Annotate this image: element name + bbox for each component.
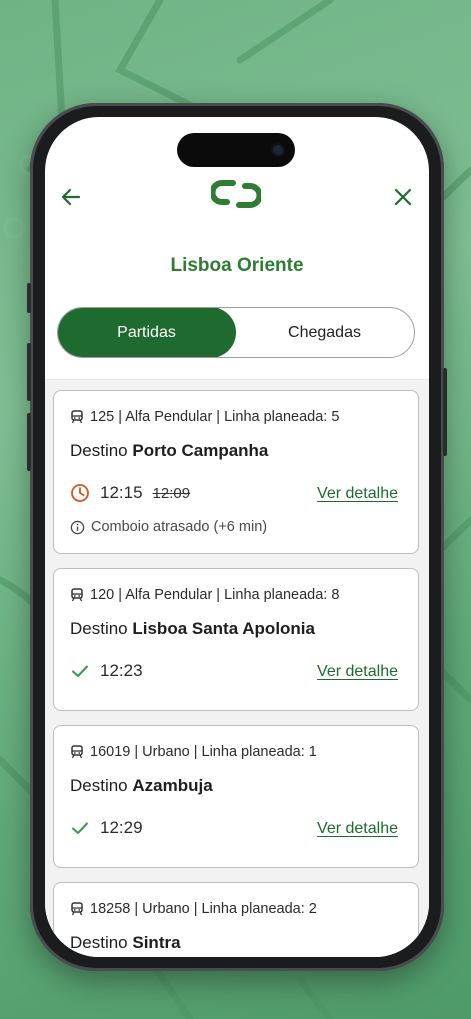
train-meta-text: 18258 | Urbano | Linha planeada: 2 [90, 901, 317, 917]
top-nav-bar [45, 177, 429, 217]
train-card[interactable]: 18258 | Urbano | Linha planeada: 2 Desti… [53, 882, 419, 957]
train-meta: 18258 | Urbano | Linha planeada: 2 [70, 901, 317, 917]
scheduled-time: 12:29 [100, 818, 143, 837]
close-icon[interactable] [391, 185, 415, 209]
train-icon [71, 745, 83, 759]
train-card[interactable]: 16019 | Urbano | Linha planeada: 1 Desti… [53, 725, 419, 868]
time-row: 12:23 [70, 661, 143, 681]
destination: Destino Lisboa Santa Apolonia [70, 619, 315, 639]
train-card[interactable]: 120 | Alfa Pendular | Linha planeada: 8 … [53, 568, 419, 711]
arrow-left-icon[interactable] [59, 185, 83, 209]
tab-arrivals[interactable]: Chegadas [235, 308, 414, 357]
train-meta-text: 120 | Alfa Pendular | Linha planeada: 8 [90, 587, 340, 603]
action-button [27, 283, 31, 313]
time-row: 12:29 [70, 818, 143, 838]
destination-name: Lisboa Santa Apolonia [132, 619, 315, 638]
cp-logo [211, 180, 261, 208]
delay-status-text: Comboio atrasado (+6 min) [91, 519, 268, 535]
destination-name: Azambuja [132, 776, 213, 795]
time-row: 12:15 12:09 [70, 483, 190, 503]
volume-up-button [27, 343, 31, 401]
delay-status: Comboio atrasado (+6 min) [70, 519, 267, 535]
original-time: 12:09 [152, 484, 191, 502]
volume-down-button [27, 413, 31, 471]
train-list: 125 | Alfa Pendular | Linha planeada: 5 … [45, 379, 429, 957]
tab-departures[interactable]: Partidas [58, 308, 236, 357]
app-screen: Lisboa Oriente Partidas Chegadas 125 | A… [45, 117, 429, 957]
train-meta-text: 16019 | Urbano | Linha planeada: 1 [90, 744, 317, 760]
destination-prefix: Destino [70, 441, 128, 460]
destination: Destino Sintra [70, 933, 181, 953]
destination: Destino Porto Campanha [70, 441, 268, 461]
info-icon [70, 520, 85, 534]
destination: Destino Azambuja [70, 776, 213, 796]
check-icon [72, 822, 88, 834]
check-icon [72, 665, 88, 677]
train-icon [71, 588, 83, 602]
train-icon [71, 902, 83, 916]
destination-name: Porto Campanha [132, 441, 269, 460]
train-card[interactable]: 125 | Alfa Pendular | Linha planeada: 5 … [53, 390, 419, 554]
clock-icon [71, 484, 89, 502]
destination-prefix: Destino [70, 619, 128, 638]
destination-prefix: Destino [70, 776, 128, 795]
phone-frame: Lisboa Oriente Partidas Chegadas 125 | A… [27, 103, 447, 971]
view-detail-link[interactable]: Ver detalhe [317, 820, 398, 838]
train-meta: 16019 | Urbano | Linha planeada: 1 [70, 744, 317, 760]
dynamic-island [177, 133, 295, 167]
view-detail-link[interactable]: Ver detalhe [317, 663, 398, 681]
destination-prefix: Destino [70, 933, 128, 952]
departures-arrivals-toggle: Partidas Chegadas [57, 307, 415, 358]
destination-name: Sintra [132, 933, 181, 952]
train-meta-text: 125 | Alfa Pendular | Linha planeada: 5 [90, 409, 340, 425]
train-icon [71, 410, 83, 424]
train-meta: 125 | Alfa Pendular | Linha planeada: 5 [70, 409, 339, 425]
station-title: Lisboa Oriente [170, 255, 304, 276]
train-meta: 120 | Alfa Pendular | Linha planeada: 8 [70, 587, 339, 603]
scheduled-time: 12:23 [100, 661, 143, 680]
power-button [443, 368, 447, 456]
view-detail-link[interactable]: Ver detalhe [317, 485, 398, 503]
scheduled-time: 12:15 [100, 483, 143, 502]
